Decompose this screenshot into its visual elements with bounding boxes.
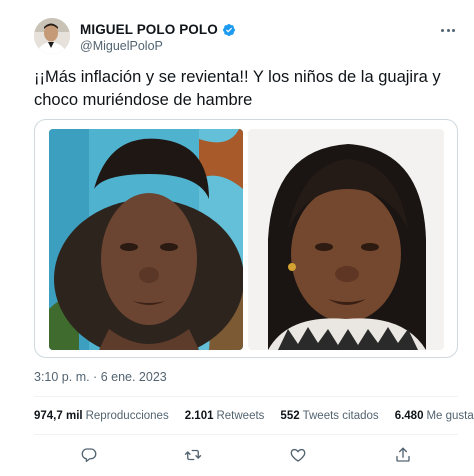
stat-label: Reproducciones [85,410,169,422]
stat-views[interactable]: 974,7 mil Reproducciones [34,410,169,422]
stat-likes[interactable]: 6.480 Me gusta [395,410,474,422]
tweet-header: MIGUEL POLO POLO @MiguelPoloP [34,18,464,58]
avatar[interactable] [34,18,70,54]
tweet-card: MIGUEL POLO POLO @MiguelPoloP ¡¡Más infl… [0,0,474,476]
tweet-actions [34,444,458,466]
stat-label: Me gusta [426,410,474,422]
divider [34,396,458,397]
stat-label: Retweets [216,410,265,422]
share-icon[interactable] [392,444,414,466]
stat-value: 552 [280,410,300,422]
stat-value: 6.480 [394,410,424,422]
verified-badge-icon [222,23,236,37]
more-options-icon[interactable] [436,22,460,38]
tweet-text: ¡¡Más inflación y se revienta!! Y los ni… [34,68,441,109]
media-photo-left[interactable] [49,129,243,350]
stat-label: Tweets citados [302,410,379,422]
media-photo-right[interactable] [248,129,444,350]
stat-retweets[interactable]: 2.101 Retweets [185,410,265,422]
tweet-media [34,119,458,358]
author-names: MIGUEL POLO POLO @MiguelPoloP [80,21,236,53]
author-handle[interactable]: @MiguelPoloP [80,39,236,53]
stat-quote-tweets[interactable]: 552 Tweets citados [280,410,378,422]
author-display-name[interactable]: MIGUEL POLO POLO [80,22,218,37]
retweet-icon[interactable] [182,444,204,466]
divider [34,434,458,435]
stat-value: 974,7 mil [34,410,83,422]
stat-value: 2.101 [184,410,214,422]
tweet-stats: 974,7 mil Reproducciones 2.101 Retweets … [34,410,474,422]
tweet-timestamp[interactable]: 3:10 p. m. · 6 ene. 2023 [34,370,167,384]
heart-icon[interactable] [287,444,309,466]
reply-icon[interactable] [78,444,100,466]
